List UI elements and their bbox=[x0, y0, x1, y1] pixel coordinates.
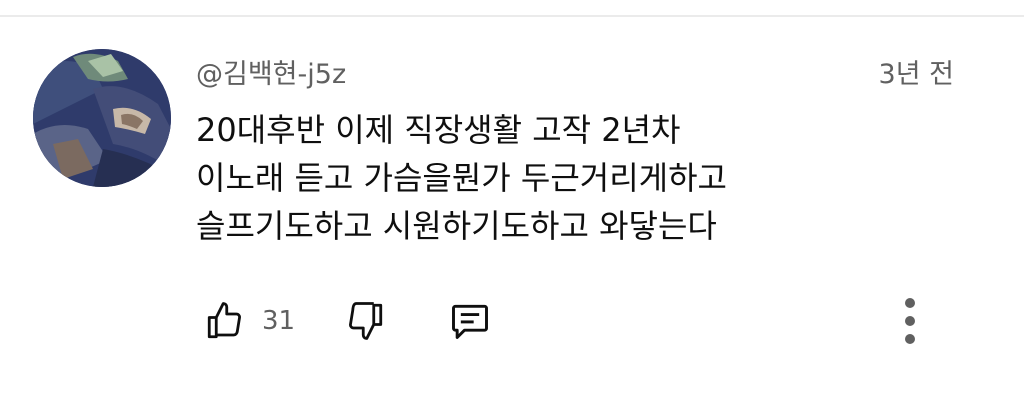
comment-text: 20대후반 이제 직장생활 고작 2년차 이노래 듣고 가슴을뭔가 두근거리게하… bbox=[196, 106, 916, 250]
comment-line: 슬프기도하고 시원하기도하고 와닿는다 bbox=[196, 207, 717, 245]
dislike-button[interactable] bbox=[344, 297, 386, 345]
top-divider bbox=[0, 15, 1024, 17]
reply-button[interactable] bbox=[448, 297, 492, 345]
avatar[interactable] bbox=[33, 49, 171, 187]
thumbs-up-icon bbox=[207, 302, 241, 339]
more-options-button[interactable] bbox=[890, 297, 930, 345]
comment-timestamp[interactable]: 3년 전 bbox=[879, 52, 954, 91]
avatar-image bbox=[33, 49, 171, 187]
more-vertical-icon bbox=[905, 298, 915, 344]
comment-line: 이노래 듣고 가슴을뭔가 두근거리게하고 bbox=[196, 159, 727, 197]
like-button[interactable]: 31 bbox=[204, 297, 295, 345]
comment-line: 20대후반 이제 직장생활 고작 2년차 bbox=[196, 111, 681, 149]
comment-author[interactable]: @김백현-j5z bbox=[196, 52, 346, 91]
thumbs-down-icon bbox=[349, 302, 383, 340]
like-count: 31 bbox=[262, 306, 296, 336]
comment-icon bbox=[452, 304, 488, 339]
